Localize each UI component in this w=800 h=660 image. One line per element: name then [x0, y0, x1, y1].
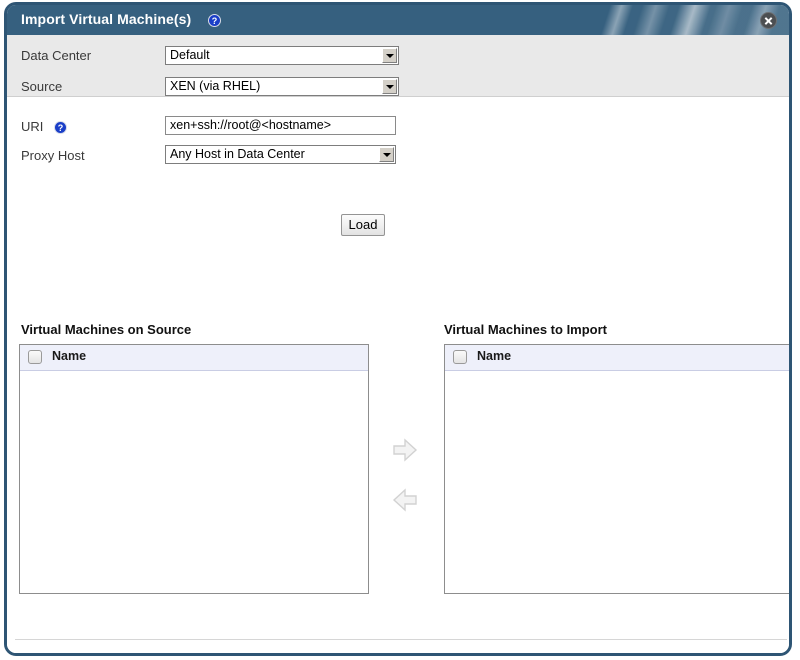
uri-input-value: xen+ssh://root@<hostname> — [170, 118, 332, 132]
dialog-titlebar: Import Virtual Machine(s) ? — [7, 5, 789, 35]
proxy-host-select[interactable]: Any Host in Data Center — [165, 145, 396, 164]
target-listbox[interactable]: Name — [444, 344, 789, 594]
source-listbox[interactable]: Name — [19, 344, 369, 594]
import-vm-dialog: Import Virtual Machine(s) ? Data Center … — [4, 2, 792, 656]
help-icon[interactable]: ? — [208, 14, 221, 27]
source-list-header: Name — [20, 345, 368, 371]
source-select-all-checkbox[interactable] — [28, 350, 42, 364]
load-button[interactable]: Load — [341, 214, 385, 236]
dialog-title: Import Virtual Machine(s) — [21, 11, 192, 27]
uri-label: URI — [21, 119, 44, 134]
target-list-header: Name — [445, 345, 789, 371]
source-label: Source — [21, 79, 63, 94]
data-center-select[interactable]: Default — [165, 46, 399, 65]
target-column-name: Name — [477, 349, 512, 363]
dialog-body: Data Center Default Source XEN (via RHEL… — [7, 35, 789, 653]
source-value: XEN (via RHEL) — [170, 79, 261, 93]
footer-separator — [15, 639, 787, 640]
close-icon[interactable] — [760, 12, 777, 29]
source-list-heading: Virtual Machines on Source — [21, 322, 192, 337]
chevron-down-icon[interactable] — [382, 79, 397, 94]
proxy-host-label: Proxy Host — [21, 148, 85, 163]
chevron-down-icon[interactable] — [382, 48, 397, 63]
source-select[interactable]: XEN (via RHEL) — [165, 77, 399, 96]
arrow-right-icon[interactable] — [392, 437, 418, 463]
target-list-heading: Virtual Machines to Import — [444, 322, 608, 337]
arrow-left-icon[interactable] — [392, 487, 418, 513]
target-select-all-checkbox[interactable] — [453, 350, 467, 364]
chevron-down-icon[interactable] — [379, 147, 394, 162]
uri-input[interactable]: xen+ssh://root@<hostname> — [165, 116, 396, 135]
titlebar-decoration — [569, 5, 789, 35]
data-center-value: Default — [170, 48, 210, 62]
uri-help-icon[interactable]: ? — [54, 121, 67, 134]
proxy-host-value: Any Host in Data Center — [170, 147, 305, 161]
data-center-label: Data Center — [21, 48, 92, 63]
source-column-name: Name — [52, 349, 87, 363]
